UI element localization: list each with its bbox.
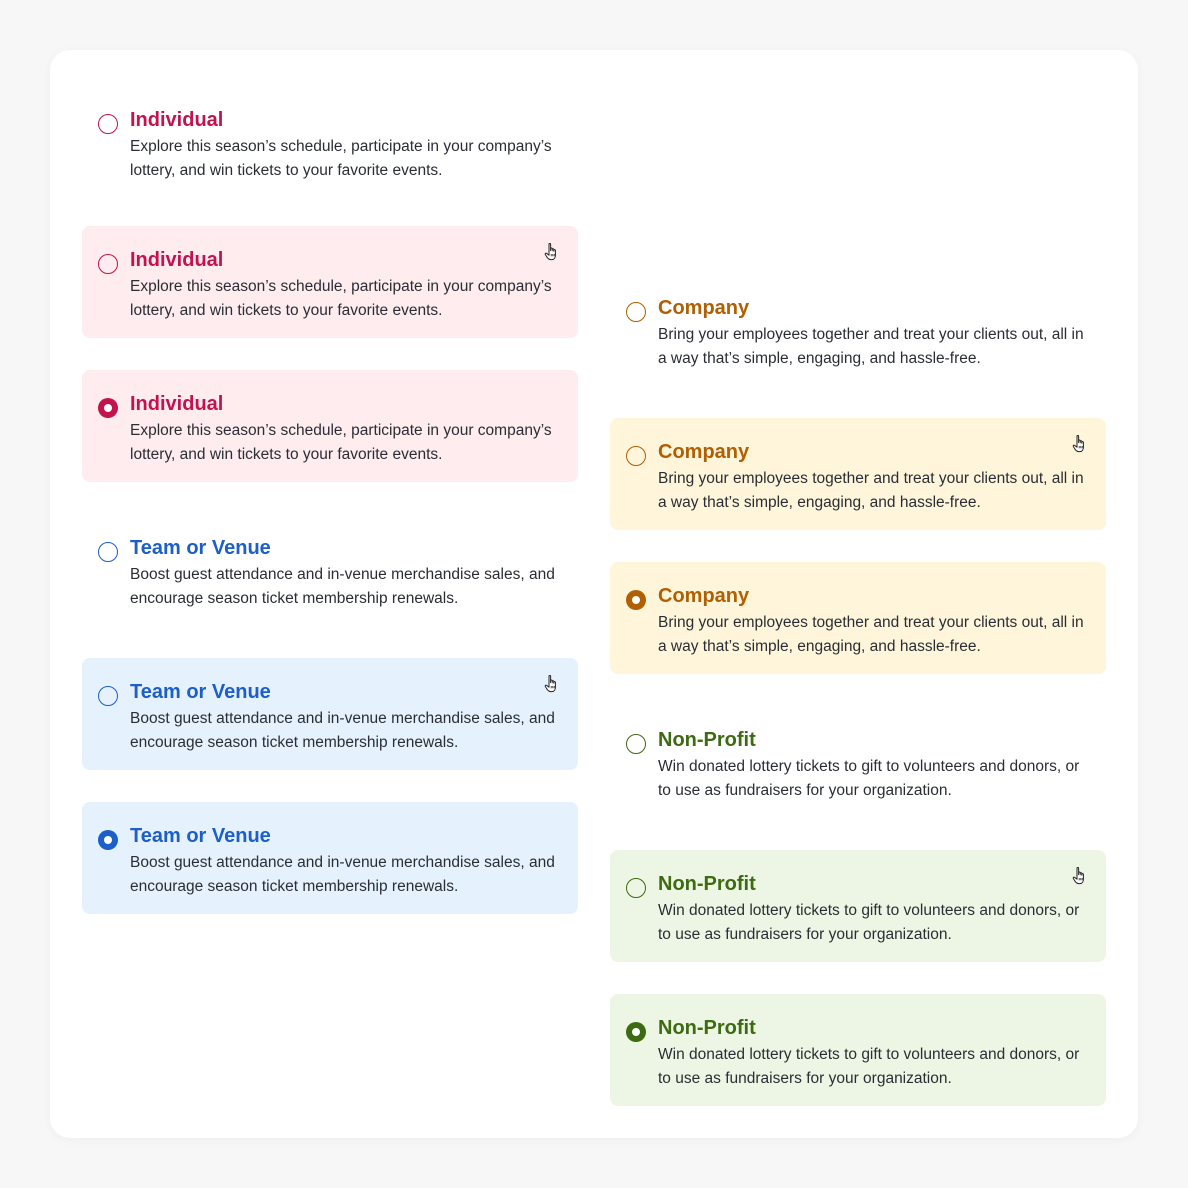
- option-description: Boost guest attendance and in-venue merc…: [130, 854, 555, 895]
- team-venue-option-hover[interactable]: Team or Venue Boost guest attendance and…: [82, 658, 578, 770]
- option-description: Explore this season’s schedule, particip…: [130, 278, 552, 319]
- radio-button-icon[interactable]: [626, 734, 646, 754]
- hand-pointer-icon: [544, 243, 556, 261]
- company-option-selected[interactable]: Company Bring your employees together an…: [610, 562, 1106, 674]
- radio-button-icon[interactable]: [98, 114, 118, 134]
- option-title: Individual: [130, 109, 224, 131]
- radio-button-icon[interactable]: [626, 302, 646, 322]
- option-description: Win donated lottery tickets to gift to v…: [658, 902, 1080, 943]
- option-description: Bring your employees together and treat …: [658, 470, 1084, 511]
- option-description: Win donated lottery tickets to gift to v…: [658, 1046, 1080, 1087]
- individual-option-selected[interactable]: Individual Explore this season’s schedul…: [82, 370, 578, 482]
- option-description: Boost guest attendance and in-venue merc…: [130, 710, 555, 751]
- option-description: Bring your employees together and treat …: [658, 614, 1084, 655]
- team-venue-option-default[interactable]: Team or Venue Boost guest attendance and…: [82, 514, 578, 626]
- individual-option-default[interactable]: Individual Explore this season’s schedul…: [82, 86, 578, 198]
- radio-card-states-panel: Individual Explore this season’s schedul…: [50, 50, 1138, 1138]
- radio-button-icon[interactable]: [98, 398, 118, 418]
- radio-button-icon[interactable]: [626, 590, 646, 610]
- radio-button-icon[interactable]: [98, 686, 118, 706]
- radio-button-icon[interactable]: [626, 1022, 646, 1042]
- non-profit-option-default[interactable]: Non-Profit Win donated lottery tickets t…: [610, 706, 1106, 818]
- hand-pointer-icon: [544, 675, 556, 693]
- option-title: Company: [658, 585, 750, 607]
- radio-button-icon[interactable]: [626, 446, 646, 466]
- option-title: Non-Profit: [658, 1017, 756, 1039]
- radio-button-icon[interactable]: [98, 542, 118, 562]
- radio-button-icon[interactable]: [98, 254, 118, 274]
- option-title: Individual: [130, 393, 224, 415]
- option-description: Explore this season’s schedule, particip…: [130, 138, 552, 179]
- option-title: Non-Profit: [658, 729, 756, 751]
- option-description: Boost guest attendance and in-venue merc…: [130, 566, 555, 607]
- option-title: Individual: [130, 249, 224, 271]
- option-title: Team or Venue: [130, 537, 271, 559]
- hand-pointer-icon: [1072, 435, 1084, 453]
- company-option-hover[interactable]: Company Bring your employees together an…: [610, 418, 1106, 530]
- option-title: Company: [658, 297, 750, 319]
- option-description: Bring your employees together and treat …: [658, 326, 1084, 367]
- non-profit-option-hover[interactable]: Non-Profit Win donated lottery tickets t…: [610, 850, 1106, 962]
- radio-button-icon[interactable]: [98, 830, 118, 850]
- option-title: Non-Profit: [658, 873, 756, 895]
- option-description: Win donated lottery tickets to gift to v…: [658, 758, 1080, 799]
- company-option-default[interactable]: Company Bring your employees together an…: [610, 274, 1106, 386]
- hand-pointer-icon: [1072, 867, 1084, 885]
- radio-button-icon[interactable]: [626, 878, 646, 898]
- non-profit-option-selected[interactable]: Non-Profit Win donated lottery tickets t…: [610, 994, 1106, 1106]
- option-description: Explore this season’s schedule, particip…: [130, 422, 552, 463]
- team-venue-option-selected[interactable]: Team or Venue Boost guest attendance and…: [82, 802, 578, 914]
- option-title: Company: [658, 441, 750, 463]
- individual-option-hover[interactable]: Individual Explore this season’s schedul…: [82, 226, 578, 338]
- option-title: Team or Venue: [130, 681, 271, 703]
- option-title: Team or Venue: [130, 825, 271, 847]
